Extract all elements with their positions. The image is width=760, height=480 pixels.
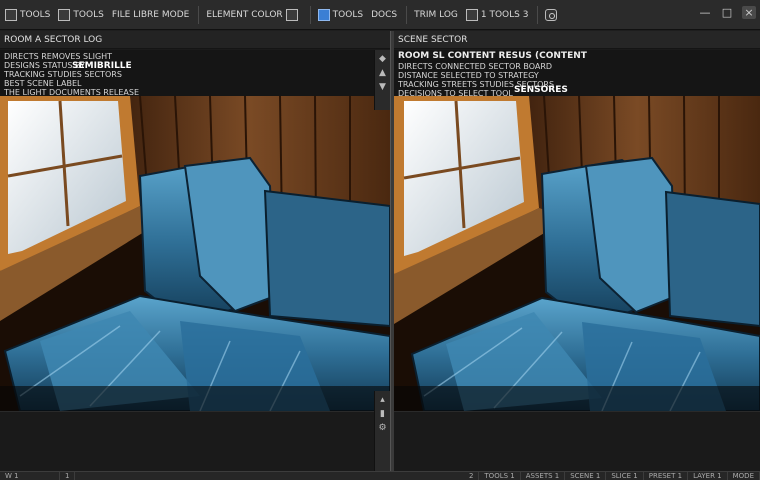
toolbar-separator (198, 5, 200, 24)
layer-icon (465, 8, 478, 21)
arrow-down-icon[interactable]: ▼ (378, 82, 388, 92)
window-controls: — □ × (698, 6, 756, 19)
toolbar-item-5[interactable]: TOOLS (315, 5, 366, 25)
pin-icon[interactable]: ◆ (378, 54, 388, 64)
right-info-tag: SENSORES (514, 85, 568, 95)
close-button[interactable]: × (742, 6, 756, 19)
right-panel: SCENE SECTOR ROOM SL CONTENT RESUS (CONT… (394, 31, 760, 471)
minimize-button[interactable]: — (698, 6, 712, 19)
camera-icon (545, 8, 558, 21)
status-cell[interactable]: MODE (728, 471, 760, 480)
status-bar: W 1 1 2 TOOLS 1 ASSETS 1 SCENE 1 SLICE 1… (0, 471, 760, 480)
status-cell[interactable]: PRESET 1 (644, 471, 689, 480)
right-info-overlay: ROOM SL CONTENT RESUS (CONTENT DIRECTS C… (394, 50, 760, 98)
left-viewport[interactable] (0, 96, 390, 411)
wrench-icon[interactable]: ⚙ (378, 423, 388, 433)
toolbar-item-8[interactable]: 1 TOOLS 3 (463, 5, 532, 25)
left-info-line: BEST SCENE LABEL (4, 79, 82, 88)
toolbar-item-6[interactable]: DOCS (368, 5, 400, 25)
left-lower-area (0, 411, 390, 471)
maximize-button[interactable]: □ (720, 6, 734, 19)
right-info-line: DISTANCE SELECTED TO STRATEGY (398, 71, 539, 80)
status-cell: W 1 (0, 471, 60, 480)
arrow-up-icon[interactable]: ▲ (378, 68, 388, 78)
toolbar-item-4[interactable]: ELEMENT COLOR (203, 5, 303, 25)
right-viewport[interactable] (394, 96, 760, 411)
right-info-header: ROOM SL CONTENT RESUS (CONTENT (398, 51, 587, 61)
left-panel: ROOM A SECTOR LOG DIRECTS REMOVES SLIGHT… (0, 31, 390, 471)
select-icon (317, 8, 330, 21)
status-cell[interactable]: SCENE 1 (565, 471, 607, 480)
left-info-tag: SEMIBRILLE (72, 61, 132, 71)
element-icon (285, 8, 298, 21)
left-panel-title: ROOM A SECTOR LOG (0, 31, 390, 49)
status-cell[interactable]: TOOLS 1 (479, 471, 521, 480)
right-info-line: TRACKING STREETS STUDIES SECTORS (398, 80, 555, 89)
scroll-thumb[interactable]: ▮ (378, 409, 388, 419)
toolbar-item-1[interactable]: TOOLS (2, 5, 53, 25)
toolbar-separator (309, 5, 311, 24)
tool-icon (5, 8, 17, 21)
toolbar-item-3[interactable]: FILE LIBRE MODE (109, 5, 193, 25)
status-cell: 2 (464, 471, 480, 480)
left-info-line: TRACKING STUDIES SECTORS (4, 70, 122, 79)
status-cell: 1 (60, 471, 76, 480)
right-panel-title: SCENE SECTOR (394, 31, 760, 49)
right-scene-image (394, 96, 760, 411)
left-info-overlay: DIRECTS REMOVES SLIGHT DESIGNS STATUS BY… (0, 50, 390, 97)
right-lower-area (394, 411, 760, 471)
status-cell[interactable]: LAYER 1 (688, 471, 728, 480)
status-cell[interactable]: SLICE 1 (606, 471, 644, 480)
toolbar-camera[interactable] (542, 5, 563, 25)
grid-icon (58, 8, 71, 21)
left-side-tools[interactable]: ◆ ▲ ▼ (374, 50, 390, 110)
left-lower-tools[interactable]: ▴ ▮ ⚙ (374, 391, 390, 471)
scroll-up-icon[interactable]: ▴ (378, 395, 388, 405)
toolbar-separator (406, 5, 408, 24)
toolbar-item-2[interactable]: TOOLS (55, 5, 106, 25)
toolbar-item-7[interactable]: TRIM LOG (411, 5, 461, 25)
toolbar-separator (537, 5, 539, 24)
left-scene-image (0, 96, 390, 411)
top-toolbar: TOOLS TOOLS FILE LIBRE MODE ELEMENT COLO… (0, 0, 760, 30)
left-info-line: DESIGNS STATUS BY (4, 61, 85, 70)
right-info-line: DIRECTS CONNECTED SECTOR BOARD (398, 62, 553, 71)
left-info-line: DIRECTS REMOVES SLIGHT (4, 52, 113, 61)
status-cell[interactable]: ASSETS 1 (521, 471, 566, 480)
